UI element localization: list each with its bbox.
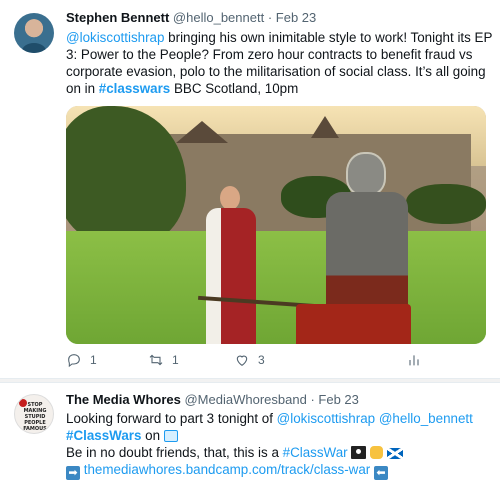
photo-hedge: [406, 184, 486, 224]
tweet-text-line: ➡ themediawhores.bandcamp.com/track/clas…: [66, 461, 486, 480]
retweet-icon: [149, 354, 163, 366]
hashtag-link[interactable]: #ClassWar: [283, 445, 348, 460]
external-link[interactable]: themediawhores.bandcamp.com/track/class-…: [84, 462, 371, 477]
author-handle[interactable]: @hello_bennett: [173, 10, 264, 25]
tweet-text-line: @lokiscottishrap bringing his own inimit…: [66, 29, 492, 46]
text-segment: Looking forward to part 3 tonight of: [66, 411, 277, 426]
raised-fist-emoji: [370, 446, 384, 459]
author-name[interactable]: Stephen Bennett: [66, 10, 169, 25]
text-segment: on in: [66, 81, 99, 96]
tweet-text-line: Looking forward to part 3 tonight of @lo…: [66, 410, 486, 427]
avatar[interactable]: STOP MAKING STUPID PEOPLE FAMOUS: [14, 394, 54, 434]
text-segment: Be in no doubt friends, that, this is a: [66, 445, 283, 460]
tweet-text: Looking forward to part 3 tonight of @lo…: [66, 410, 486, 480]
reply-button[interactable]: 1: [66, 352, 97, 368]
tweet-stephen-bennett[interactable]: Stephen Bennett @hello_bennett · Feb 23 …: [0, 0, 500, 378]
photo-roof: [176, 121, 228, 143]
text-segment: BBC Scotland, 10pm: [170, 81, 299, 96]
tweet-header: Stephen Bennett @hello_bennett · Feb 23: [66, 10, 316, 26]
avatar[interactable]: [14, 13, 54, 53]
mention-link[interactable]: @lokiscottishrap: [66, 30, 164, 45]
author-name[interactable]: The Media Whores: [66, 392, 181, 407]
scotland-flag-emoji: [386, 448, 403, 459]
tweet-text-line: 3: Power to the People? From zero hour c…: [66, 47, 473, 62]
tweet-text: @lokiscottishrap bringing his own inimit…: [66, 29, 492, 97]
tweet-media-whores[interactable]: STOP MAKING STUPID PEOPLE FAMOUS The Med…: [0, 383, 500, 487]
header-separator: ·: [310, 392, 315, 407]
photo-shield: [296, 304, 411, 344]
pirate-flag-emoji: [351, 446, 367, 459]
author-handle[interactable]: @MediaWhoresband: [184, 392, 306, 407]
tweet-photo[interactable]: [66, 106, 486, 344]
hashtag-link[interactable]: #classwars: [99, 81, 170, 96]
tweet-text-line: on in #classwars BBC Scotland, 10pm: [66, 80, 486, 97]
photo-lawn: [66, 231, 486, 344]
tweet-date[interactable]: Feb 23: [318, 392, 358, 407]
tweet-text-line: corporate evasion, polo to the militaris…: [66, 64, 486, 79]
right-arrow-emoji: ➡: [66, 466, 80, 480]
reply-icon: [68, 354, 80, 368]
reply-count: 1: [90, 353, 97, 367]
mention-link[interactable]: @hello_bennett: [379, 411, 473, 426]
hashtag-link[interactable]: #ClassWars: [66, 428, 141, 443]
analytics-icon: [409, 355, 419, 366]
like-count: 3: [258, 353, 265, 367]
header-separator: ·: [267, 10, 273, 25]
analytics-button[interactable]: [406, 352, 422, 368]
tweet-header: The Media Whores @MediaWhoresband · Feb …: [66, 392, 359, 408]
retweet-button[interactable]: 1: [148, 352, 179, 368]
tweet-date[interactable]: Feb 23: [276, 10, 316, 25]
tweet-text-line: Be in no doubt friends, that, this is a …: [66, 444, 486, 461]
tv-emoji: [163, 430, 178, 442]
mention-link[interactable]: @lokiscottishrap: [277, 411, 375, 426]
tweet-actions: 1 1 3: [66, 352, 446, 370]
photo-roof: [311, 116, 339, 138]
tweet-text-line: #ClassWars on: [66, 427, 486, 444]
text-segment: bringing his own inimitable style to wor…: [164, 30, 493, 45]
retweet-count: 1: [172, 353, 179, 367]
like-button[interactable]: 3: [234, 352, 265, 368]
photo-man-in-toga: [206, 186, 256, 344]
left-arrow-emoji: ⬅: [374, 466, 388, 480]
avatar-logo-text: STOP MAKING STUPID PEOPLE FAMOUS: [23, 402, 47, 432]
text-segment: on: [141, 428, 164, 443]
like-icon: [236, 355, 248, 366]
